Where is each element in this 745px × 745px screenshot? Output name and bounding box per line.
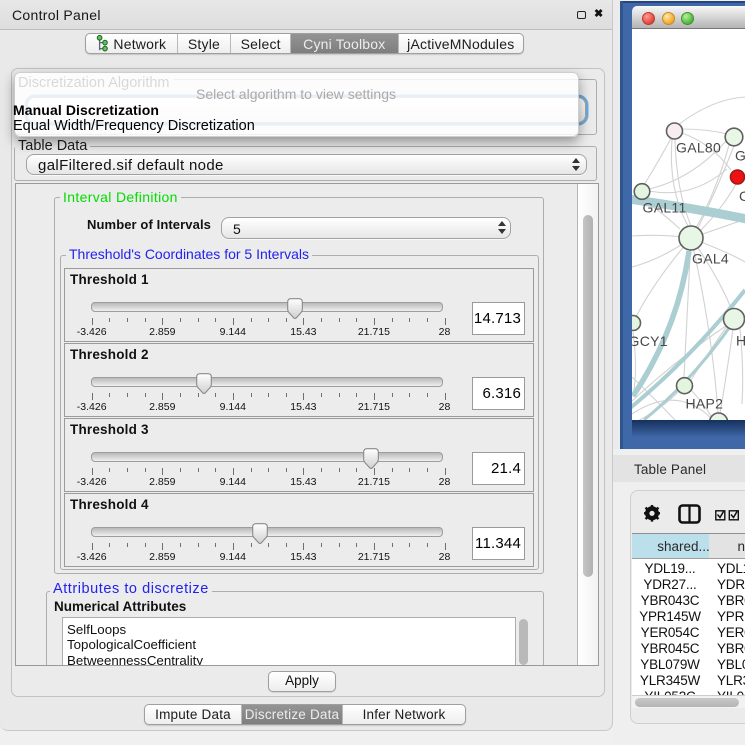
svg-text:H: H bbox=[736, 333, 745, 349]
svg-text:GAL80: GAL80 bbox=[676, 140, 721, 156]
svg-text:C: C bbox=[739, 188, 745, 204]
svg-text:GCY1: GCY1 bbox=[632, 333, 668, 349]
svg-text:GAL11: GAL11 bbox=[643, 200, 687, 216]
svg-text:HAP2: HAP2 bbox=[686, 396, 724, 412]
svg-text:GA: GA bbox=[735, 148, 745, 164]
svg-text:GAL4: GAL4 bbox=[692, 251, 729, 267]
